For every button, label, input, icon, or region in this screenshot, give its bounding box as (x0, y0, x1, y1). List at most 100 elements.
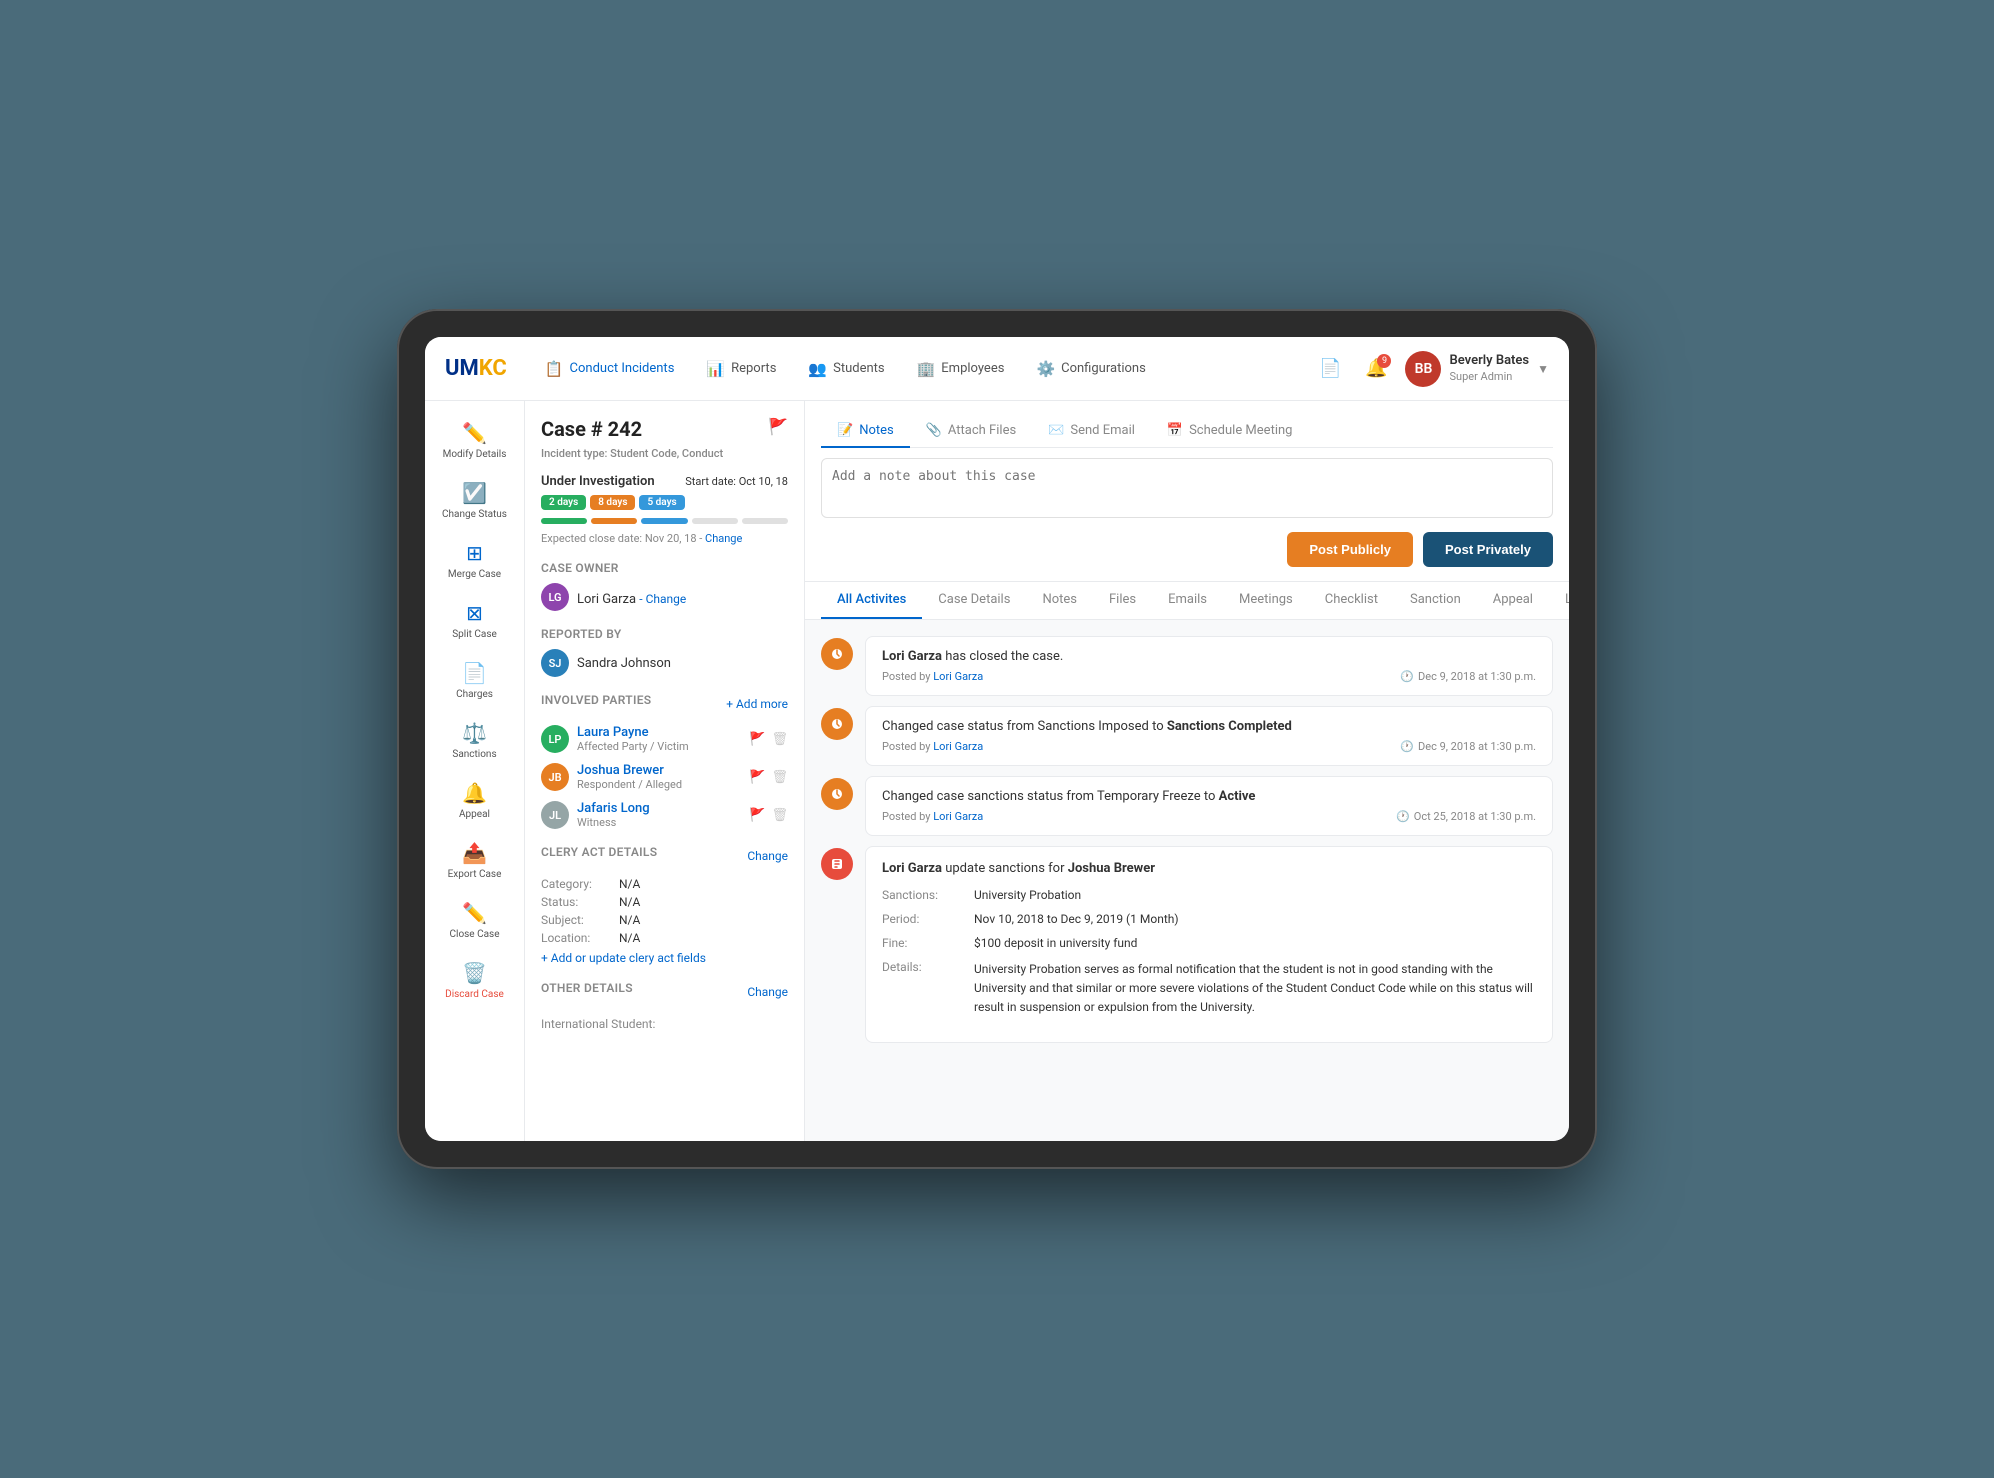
badge-2days: 2 days (541, 495, 586, 510)
progress-badges: 2 days 8 days 5 days (541, 495, 788, 510)
sanctions-icon: ⚖️ (462, 721, 487, 745)
reporter-name: Sandra Johnson (577, 656, 671, 671)
party-flag-joshua[interactable]: 🚩 (749, 770, 765, 785)
tab-notes[interactable]: 📝 Notes (821, 415, 910, 448)
activity-tabs: All Activites Case Details Notes Files E… (805, 582, 1569, 620)
activity-card-1: Lori Garza has closed the case. Posted b… (865, 636, 1553, 696)
tab-meetings[interactable]: Meetings (1223, 582, 1309, 619)
sanction-row-period: Period: Nov 10, 2018 to Dec 9, 2019 (1 M… (882, 912, 1536, 926)
party-name-jafaris[interactable]: Jafaris Long (577, 801, 741, 816)
modify-details-icon: ✏️ (462, 421, 487, 445)
progress-segment-2 (591, 518, 637, 524)
tab-schedule-meeting[interactable]: 📅 Schedule Meeting (1151, 415, 1309, 448)
other-change-link[interactable]: Change (747, 985, 788, 999)
involved-parties-section: Involved Parties + Add more LP Laura Pay… (541, 693, 788, 829)
sidebar-item-appeal[interactable]: 🔔 Appeal (431, 773, 519, 829)
sanction-row-details: Details: University Probation serves as … (882, 960, 1536, 1018)
document-button[interactable]: 📄 (1313, 352, 1347, 386)
clery-subject: Subject: N/A (541, 913, 788, 927)
clock-icon-1: 🕐 (1400, 670, 1414, 683)
case-header: Case # 242 🚩 (541, 417, 788, 441)
tab-emails[interactable]: Emails (1152, 582, 1223, 619)
clery-change-link[interactable]: Change (747, 849, 788, 863)
add-clery-link[interactable]: + Add or update clery act fields (541, 951, 788, 965)
sanction-card: Lori Garza update sanctions for Joshua B… (865, 846, 1553, 1043)
sidebar-item-close-case[interactable]: ✏️ Close Case (431, 893, 519, 949)
owner-name: Lori Garza - Change (577, 592, 686, 607)
party-flag-jafaris[interactable]: 🚩 (749, 808, 765, 823)
activity-item-1: Lori Garza has closed the case. Posted b… (821, 636, 1553, 696)
user-avatar: BB (1405, 351, 1441, 387)
tab-activity-notes[interactable]: Notes (1026, 582, 1093, 619)
other-details-header: Other Details Change (541, 981, 788, 1003)
tab-all-activities[interactable]: All Activites (821, 582, 922, 619)
tab-send-email[interactable]: ✉️ Send Email (1032, 415, 1151, 448)
nav-reports[interactable]: 📊 Reports (692, 352, 790, 386)
nav-employees[interactable]: 🏢 Employees (903, 352, 1019, 386)
sidebar-item-charges[interactable]: 📄 Charges (431, 653, 519, 709)
activity-dot-4 (821, 848, 853, 880)
sanction-row-type: Sanctions: University Probation (882, 888, 1536, 902)
sidebar-item-split-case[interactable]: ⊠ Split Case (431, 593, 519, 649)
owner-change-link[interactable]: - Change (639, 592, 686, 606)
party-avatar-joshua: JB (541, 763, 569, 791)
nav-students[interactable]: 👥 Students (794, 352, 898, 386)
merge-case-icon: ⊞ (466, 541, 483, 565)
conduct-icon: 📋 (545, 360, 564, 378)
party-item-joshua: JB Joshua Brewer Respondent / Alleged 🚩 … (541, 763, 788, 791)
add-more-button[interactable]: + Add more (726, 697, 788, 711)
send-email-icon: ✉️ (1048, 423, 1064, 438)
post-publicly-button[interactable]: Post Publicly (1287, 532, 1413, 567)
nav-configurations[interactable]: ⚙️ Configurations (1022, 352, 1159, 386)
nav-right: 📄 🔔 9 BB Beverly Bates Super Admin ▼ (1313, 351, 1549, 387)
tab-checklist[interactable]: Checklist (1309, 582, 1394, 619)
top-nav: UMKC 📋 Conduct Incidents 📊 Reports 👥 Stu… (425, 337, 1569, 401)
activity-item-3: Changed case sanctions status from Tempo… (821, 776, 1553, 836)
post-privately-button[interactable]: Post Privately (1423, 532, 1553, 567)
tab-case-details[interactable]: Case Details (922, 582, 1026, 619)
sidebar-item-merge-case[interactable]: ⊞ Merge Case (431, 533, 519, 589)
sidebar-item-discard-case[interactable]: 🗑️ Discard Case (431, 953, 519, 1009)
right-panel: 📝 Notes 📎 Attach Files ✉️ Send Email (805, 401, 1569, 1141)
sidebar-item-modify-details[interactable]: ✏️ Modify Details (431, 413, 519, 469)
user-area[interactable]: BB Beverly Bates Super Admin ▼ (1405, 351, 1549, 387)
export-case-icon: 📤 (462, 841, 487, 865)
main-content: ✏️ Modify Details ☑️ Change Status ⊞ Mer… (425, 401, 1569, 1141)
post-buttons: Post Publicly Post Privately (821, 532, 1553, 567)
party-delete-jafaris[interactable]: 🗑 (771, 808, 788, 823)
logo-area: UMKC (445, 356, 507, 381)
clock-icon-2: 🕐 (1400, 740, 1414, 753)
activity-card-3: Changed case sanctions status from Tempo… (865, 776, 1553, 836)
activity-card-2: Changed case status from Sanctions Impos… (865, 706, 1553, 766)
note-textarea[interactable] (821, 458, 1553, 518)
tab-files[interactable]: Files (1093, 582, 1152, 619)
sidebar-item-sanctions[interactable]: ⚖️ Sanctions (431, 713, 519, 769)
party-flag-laura[interactable]: 🚩 (749, 732, 765, 747)
sanction-header: Lori Garza update sanctions for Joshua B… (882, 861, 1536, 876)
progress-segment-1 (541, 518, 587, 524)
party-avatar-laura: LP (541, 725, 569, 753)
tab-attach-files[interactable]: 📎 Attach Files (910, 415, 1032, 448)
party-name-laura[interactable]: Laura Payne (577, 725, 741, 740)
change-date-link[interactable]: Change (705, 532, 742, 545)
notification-button[interactable]: 🔔 9 (1359, 352, 1393, 386)
flag-icon[interactable]: 🚩 (768, 417, 788, 436)
activity-text-1: Lori Garza has closed the case. (882, 649, 1536, 664)
tab-log[interactable]: Log (1549, 582, 1569, 619)
activity-item-2: Changed case status from Sanctions Impos… (821, 706, 1553, 766)
tab-appeal[interactable]: Appeal (1477, 582, 1549, 619)
party-delete-laura[interactable]: 🗑 (771, 732, 788, 747)
party-item-laura: LP Laura Payne Affected Party / Victim 🚩… (541, 725, 788, 753)
sidebar-item-change-status[interactable]: ☑️ Change Status (431, 473, 519, 529)
sidebar-item-export-case[interactable]: 📤 Export Case (431, 833, 519, 889)
tab-sanction[interactable]: Sanction (1394, 582, 1477, 619)
activity-feed: Lori Garza has closed the case. Posted b… (805, 620, 1569, 1141)
party-delete-joshua[interactable]: 🗑 (771, 770, 788, 785)
nav-conduct-incidents[interactable]: 📋 Conduct Incidents (531, 352, 689, 386)
charges-icon: 📄 (462, 661, 487, 685)
notes-tab-icon: 📝 (837, 423, 853, 438)
party-name-joshua[interactable]: Joshua Brewer (577, 763, 741, 778)
other-international: International Student: (541, 1013, 788, 1032)
close-case-icon: ✏️ (462, 901, 487, 925)
progress-segment-5 (742, 518, 788, 524)
